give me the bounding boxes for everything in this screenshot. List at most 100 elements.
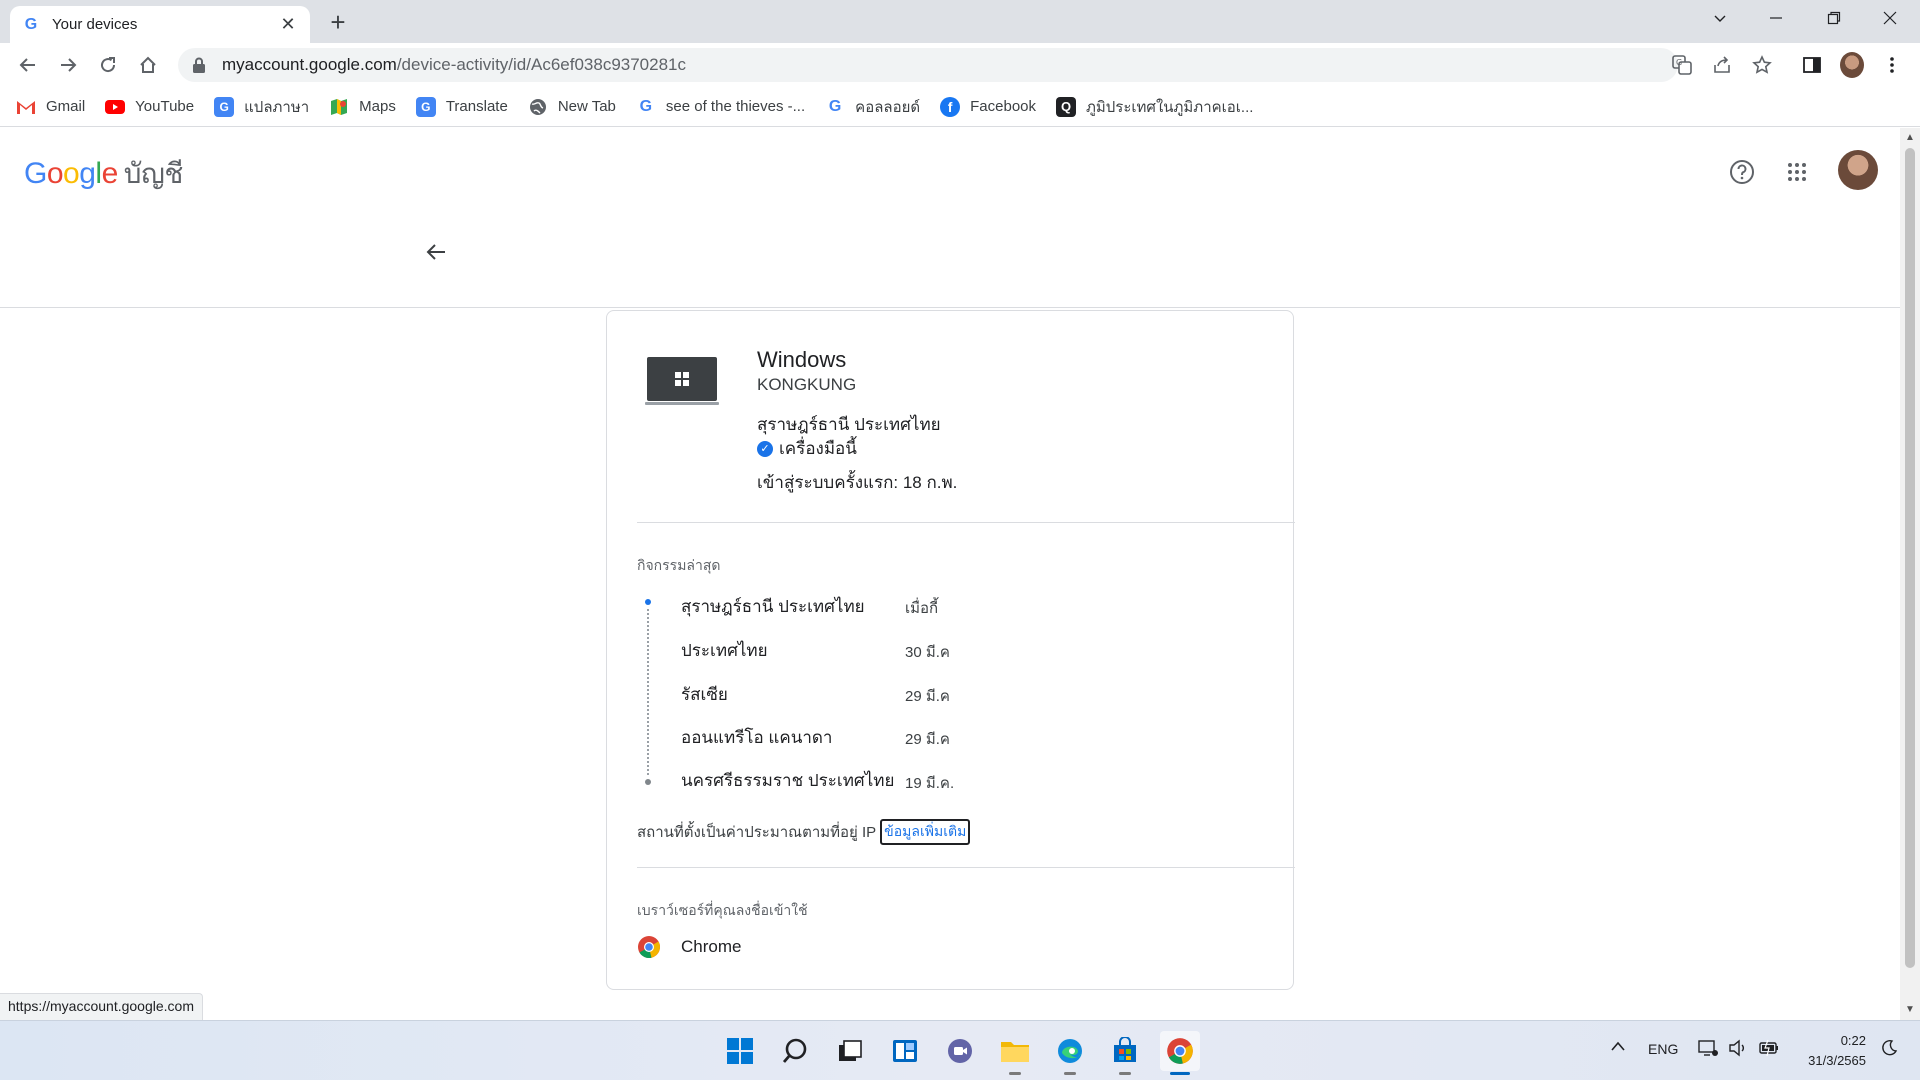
browser-toolbar: myaccount.google.com/device-activity/id/… [0,43,1920,87]
bookmark-label: see of the thieves -... [665,98,806,115]
battery-icon[interactable] [1758,1039,1780,1060]
scroll-up-icon[interactable]: ▲ [1904,132,1916,144]
search-button[interactable] [775,1031,815,1071]
tab-your-devices[interactable]: G Your devices ✕ [10,6,310,43]
address-bar[interactable]: myaccount.google.com/device-activity/id/… [178,48,1678,82]
task-view-icon [839,1040,862,1061]
device-host: KONGKUNG [757,375,857,394]
new-tab-button[interactable]: + [324,7,352,37]
start-button[interactable] [720,1031,760,1071]
active-indicator [1170,1072,1190,1075]
sub-header [0,208,1900,308]
back-button[interactable] [12,49,44,81]
minimize-button[interactable] [1748,0,1804,36]
activity-place: สุราษฎร์ธานี ประเทศไทย [681,597,865,616]
chrome-taskbar-button[interactable] [1160,1031,1200,1075]
link-status-bubble: https://myaccount.google.com [0,993,203,1020]
reload-button[interactable] [92,49,124,81]
url-host: myaccount.google.com [222,55,397,74]
edge-button[interactable] [1050,1031,1090,1075]
ip-location-note: สถานที่ตั้งเป็นค่าประมาณตามที่อยู่ IP ข้… [637,819,971,845]
tab-strip: G Your devices ✕ + [0,0,1920,43]
page-scrollbar[interactable]: ▲ ▼ [1900,128,1920,1020]
scroll-down-icon[interactable]: ▼ [1904,1004,1916,1016]
bookmark-gmail[interactable]: Gmail [16,93,85,121]
first-signin: เข้าสู่ระบบครั้งแรก: 18 ก.พ. [757,473,958,492]
translate-icon: G [415,96,436,117]
search-icon [782,1038,807,1063]
bookmark-new-tab[interactable]: New Tab [528,93,616,121]
running-indicator [1009,1072,1021,1075]
lock-icon[interactable] [192,57,206,73]
chrome-menu-icon[interactable] [1880,53,1904,77]
google-logo: Google [24,157,118,190]
side-panel-icon[interactable] [1800,53,1824,77]
google-icon: G [828,97,842,115]
scrollbar-thumb[interactable] [1905,148,1915,968]
bookmark-translate[interactable]: G Translate [415,93,508,121]
bookmark-label: คอลลอยด์ [855,98,921,116]
account-avatar[interactable] [1838,150,1878,190]
focus-moon-icon[interactable] [1880,1039,1898,1060]
tab-close-icon[interactable]: ✕ [278,14,298,35]
bookmark-quizlet[interactable]: Q ภูมิประเทศในภูมิภาคเอเ... [1056,93,1253,121]
learn-more-link[interactable]: ข้อมูลเพิ่มเติม [880,819,971,845]
teams-chat-button[interactable] [940,1031,980,1071]
google-account-logo[interactable]: Google บัญชี [24,152,183,196]
widgets-button[interactable] [885,1031,925,1071]
device-location: สุราษฎร์ธานี ประเทศไทย [757,415,941,434]
gmail-icon [17,100,35,114]
store-button[interactable] [1105,1031,1145,1075]
input-language[interactable]: ENG [1648,1041,1678,1057]
bookmark-sea-of-thieves[interactable]: G see of the thieves -... [636,93,805,121]
tab-search-chevron-icon[interactable] [1692,0,1748,36]
bookmark-facebook[interactable]: f Facebook [940,93,1036,121]
system-clock[interactable]: 0:22 31/3/2565 [1790,1031,1866,1071]
bookmark-star-icon[interactable] [1750,53,1774,77]
task-view-button[interactable] [830,1031,870,1071]
volume-icon[interactable] [1728,1039,1748,1060]
show-hidden-icons-chevron-icon[interactable] [1610,1039,1626,1055]
edge-icon [1058,1039,1082,1063]
home-button[interactable] [132,49,164,81]
chat-camera-icon [948,1039,972,1063]
windows-taskbar: ENG 0:22 31/3/2565 [0,1020,1920,1080]
chrome-icon [1167,1038,1193,1064]
bookmark-colloid[interactable]: G คอลลอยด์ [825,93,920,121]
bookmark-label: Gmail [46,98,86,115]
activity-place: ประเทศไทย [681,641,768,660]
profile-photo-icon [1840,52,1864,78]
activity-date: เมื่อกี้ [905,600,939,617]
widgets-icon [893,1040,917,1062]
maps-icon [331,98,348,115]
tab-title: Your devices [52,16,138,33]
bookmark-translate-th[interactable]: G แปลภาษา [214,93,309,121]
google-account-header: Google บัญชี [0,128,1900,208]
close-window-button[interactable] [1862,0,1918,36]
google-favicon-icon: G [24,15,38,33]
share-icon[interactable] [1710,53,1734,77]
bookmark-label: Facebook [970,98,1036,115]
file-explorer-button[interactable] [995,1031,1035,1075]
activity-date: 19 มี.ค. [905,775,955,792]
help-icon[interactable] [1722,152,1762,192]
page-content: Google บัญชี Windows KONGKUNG สุราษฎร์ธาน… [0,128,1900,1020]
bookmark-label: Maps [359,98,396,115]
browser-item-chrome[interactable]: Chrome [637,935,741,959]
device-name: Windows [757,347,847,372]
bookmark-maps[interactable]: Maps [329,93,396,121]
network-icon[interactable] [1698,1039,1718,1060]
browser-name: Chrome [681,937,742,956]
activity-date: 29 มี.ค [905,731,950,748]
bookmark-youtube[interactable]: YouTube [105,93,194,121]
restore-button[interactable] [1806,0,1862,36]
running-indicator [1119,1072,1131,1075]
youtube-icon [105,99,126,114]
back-arrow-icon[interactable] [420,236,452,268]
activity-place: รัสเซีย [681,685,728,704]
apps-grid-icon[interactable] [1777,152,1817,192]
translate-page-icon[interactable]: G [1670,53,1694,77]
forward-button[interactable] [52,49,84,81]
profile-avatar[interactable] [1840,52,1864,78]
quizlet-icon: Q [1056,96,1076,117]
